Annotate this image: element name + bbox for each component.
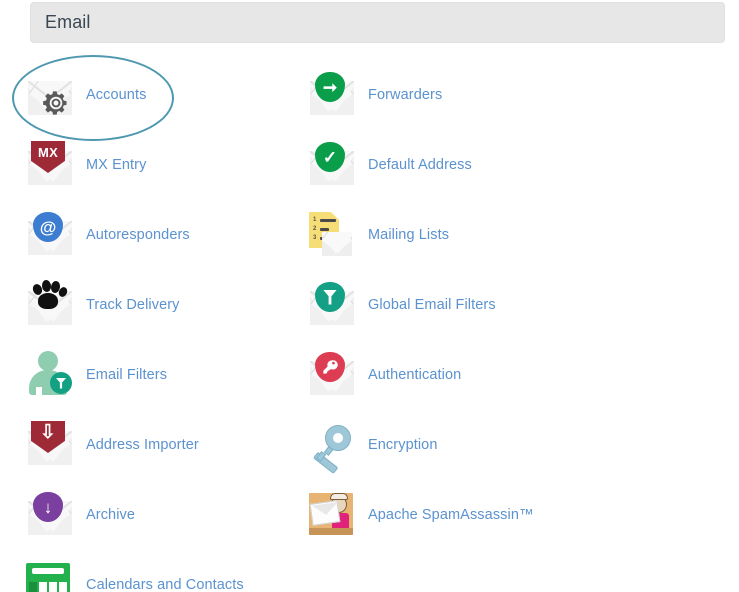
spam-chef-glyph-icon [309, 493, 353, 535]
feature-item-label: Mailing Lists [368, 227, 450, 243]
feature-item-accounts[interactable]: Accounts [26, 60, 326, 130]
calendar-glyph-icon [26, 563, 70, 592]
feature-item-label: Track Delivery [86, 297, 180, 313]
feature-item-encryption[interactable]: Encryption [308, 410, 608, 480]
feature-item-label: MX Entry [86, 157, 147, 173]
feature-item-label: Address Importer [86, 437, 199, 453]
feature-item-calendars-and-contacts[interactable]: Calendars and Contacts [26, 550, 326, 592]
calendar-icon [26, 561, 74, 592]
feature-item-label: Apache SpamAssassin™ [368, 507, 534, 523]
feature-column-right: ➞ Forwarders ✓ Default Address 1 2 3 Mai… [308, 60, 608, 550]
paw-print-icon [30, 279, 69, 310]
envelope-right-arrow-icon: ➞ [308, 71, 356, 119]
feature-item-archive[interactable]: ↓ Archive [26, 480, 326, 550]
feature-item-label: Email Filters [86, 367, 168, 383]
envelope-archive-down-arrow-icon: ↓ [26, 491, 74, 539]
note-list-envelope-icon: 1 2 3 [308, 211, 356, 259]
feature-item-label: Accounts [86, 87, 147, 103]
key-icon [308, 419, 357, 475]
funnel-icon [50, 372, 72, 394]
small-envelope-icon [322, 232, 352, 256]
envelope-at-sign-icon: @ [26, 211, 74, 259]
feature-item-autoresponders[interactable]: @ Autoresponders [26, 200, 326, 270]
page-title: Email [45, 12, 91, 32]
envelope-funnel-icon [308, 281, 356, 329]
gear-icon [43, 91, 67, 115]
envelope-check-icon: ✓ [308, 141, 356, 189]
key-glyph-icon [309, 419, 357, 475]
feature-item-authentication[interactable]: Authentication [308, 340, 608, 410]
feature-item-label: Authentication [368, 367, 462, 383]
feature-item-track-delivery[interactable]: Track Delivery [26, 270, 326, 340]
feature-item-forwarders[interactable]: ➞ Forwarders [308, 60, 608, 130]
feature-item-apache-spamassassin[interactable]: Apache SpamAssassin™ [308, 480, 608, 550]
feature-item-label: Encryption [368, 437, 438, 453]
section-header: Email [30, 2, 725, 43]
person-silhouette-icon [28, 351, 72, 395]
envelope-paw-print-icon [26, 279, 74, 329]
person-funnel-icon [26, 351, 74, 399]
feature-item-label: Forwarders [368, 87, 443, 103]
envelope-mx-shield-icon: MX [26, 141, 74, 189]
feature-item-email-filters[interactable]: Email Filters [26, 340, 326, 410]
feature-item-label: Default Address [368, 157, 472, 173]
envelope-download-shield-icon: ⇩ [26, 421, 74, 469]
feature-item-global-email-filters[interactable]: Global Email Filters [308, 270, 608, 340]
feature-item-mailing-lists[interactable]: 1 2 3 Mailing Lists [308, 200, 608, 270]
feature-item-label: Autoresponders [86, 227, 190, 243]
email-section-page: Email Accounts MX MX Entry @ Autorespond… [0, 0, 739, 592]
feature-item-label: Archive [86, 507, 136, 523]
spam-chef-icon [308, 491, 356, 539]
envelope-key-icon [308, 351, 356, 399]
feature-item-label: Calendars and Contacts [86, 577, 244, 592]
feature-item-label: Global Email Filters [368, 297, 496, 313]
key-glyph-icon [323, 360, 338, 374]
envelope-gear-icon [26, 71, 74, 119]
feature-item-mx-entry[interactable]: MX MX Entry [26, 130, 326, 200]
feature-column-left: Accounts MX MX Entry @ Autoresponders Tr… [26, 60, 326, 592]
feature-item-default-address[interactable]: ✓ Default Address [308, 130, 608, 200]
feature-item-address-importer[interactable]: ⇩ Address Importer [26, 410, 326, 480]
